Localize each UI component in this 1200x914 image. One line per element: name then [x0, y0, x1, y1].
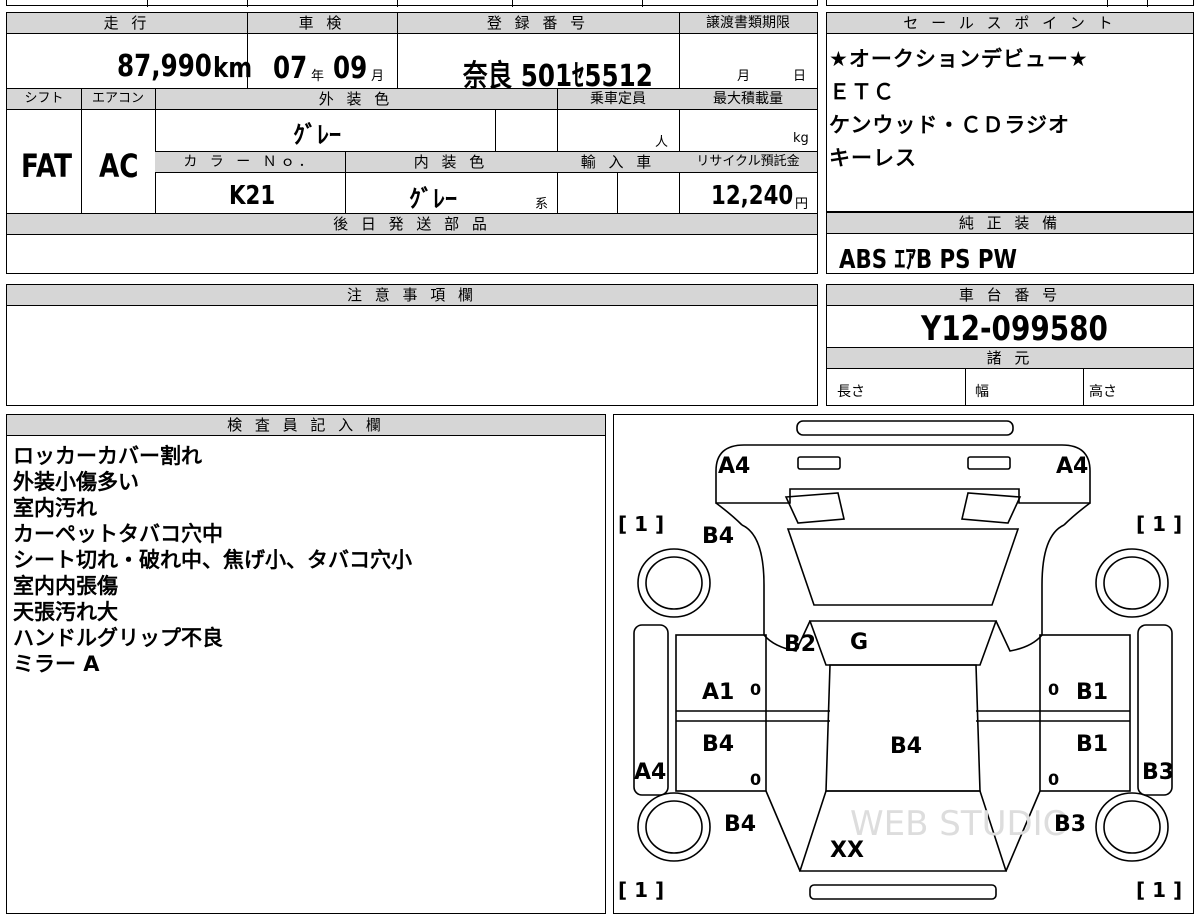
transfer-deadline-label: 譲渡書類期限 [679, 13, 817, 34]
mark-door-rl: B4 [702, 732, 734, 757]
caution-box: 注 意 事 項 欄 [6, 284, 818, 406]
color-no-value: K21 [229, 181, 276, 211]
mileage-unit: km [213, 51, 253, 84]
capacity-label: 乗車定員 [557, 89, 679, 110]
note-line: ミラー A [13, 652, 100, 676]
vehicle-info-table: 走 行 車 検 登 録 番 号 譲渡書類期限 87,990 km 07 年 09… [6, 12, 818, 274]
import-label: 輸 入 車 [557, 152, 679, 173]
inspection-label: 車 検 [247, 13, 397, 34]
top-partial-strip [6, 0, 818, 7]
month-unit: 月 [371, 69, 385, 84]
mark-door-fl: A1 [702, 680, 734, 705]
genuine-equipment-label: 純 正 装 備 [827, 213, 1193, 234]
mark-rear: XX [830, 838, 864, 863]
specs-label: 諸 元 [827, 348, 1193, 369]
genuine-equipment-box: 純 正 装 備 ABS ｴｱB PS PW [826, 212, 1194, 275]
mark-rear-left: B4 [724, 812, 756, 837]
chassis-label: 車 台 番 号 [827, 285, 1193, 306]
mark-front-left: A4 [718, 454, 750, 479]
shift-label: シフト [7, 89, 81, 110]
inspector-notes-box: 検 査 員 記 入 欄 ロッカーカバー割れ 外装小傷多い 室内汚れ カーペットタ… [6, 414, 606, 914]
width-label: 幅 [975, 384, 989, 400]
color-no-label: カ ラ ー Ｎｏ． [155, 152, 345, 173]
note-line: カーペットタバコ穴中 [13, 522, 223, 546]
recycle-label: リサイクル預託金 [679, 152, 817, 173]
interior-color-label: 内 装 色 [345, 152, 557, 173]
transfer-day-unit: 日 [793, 69, 807, 84]
inspection-month: 09 [333, 51, 368, 86]
note-line: 室内汚れ [13, 496, 97, 520]
zero-fr: 0 [1048, 680, 1059, 699]
mark-door-rr: B1 [1076, 732, 1108, 757]
tire-count-rl: [ 1 ] [618, 878, 664, 901]
note-line: シート切れ・破れ中、焦げ小、タバコ穴小 [13, 548, 412, 572]
note-line: 外装小傷多い [13, 470, 139, 494]
inspection-year: 07 [273, 51, 308, 86]
inspector-label: 検 査 員 記 入 欄 [7, 415, 605, 436]
chassis-value: Y12-099580 [921, 309, 1108, 349]
sales-line: キーレス [829, 146, 917, 170]
tire-count-fl: [ 1 ] [618, 512, 664, 536]
mileage-label: 走 行 [7, 13, 247, 34]
tire-count-rr: [ 1 ] [1136, 878, 1182, 901]
interior-color-value: ｸﾞﾚｰ [409, 185, 457, 213]
zero-rl: 0 [750, 770, 761, 789]
mark-side-right: B3 [1142, 760, 1174, 785]
registration-label: 登 録 番 号 [397, 13, 679, 34]
mark-roof: B4 [890, 734, 922, 759]
mark-rear-right: B3 [1054, 812, 1086, 837]
sales-line: ★オークションデビュー★ [829, 47, 1089, 71]
zero-rr: 0 [1048, 770, 1059, 789]
mark-front-right: A4 [1056, 454, 1088, 479]
sales-point-label: セ ー ル ス ポ イ ン ト [827, 13, 1193, 34]
shift-value: FAT [21, 147, 73, 185]
mark-windshield-left: B2 [784, 632, 816, 657]
later-parts-label: 後 日 発 送 部 品 [7, 214, 817, 235]
mark-side-left: A4 [634, 760, 666, 785]
length-label: 長さ [837, 384, 865, 400]
interior-color-suffix: 系 [535, 197, 549, 212]
chassis-box: 車 台 番 号 Y12-099580 諸 元 長さ 幅 高さ [826, 284, 1194, 406]
capacity-unit: 人 [655, 135, 669, 150]
sales-point-box: セ ー ル ス ポ イ ン ト ★オークションデビュー★ ＥＴＣ ケンウッド・Ｃ… [826, 12, 1194, 212]
recycle-unit: 円 [795, 197, 809, 212]
sales-line: ケンウッド・ＣＤラジオ [829, 113, 1070, 137]
note-line: ハンドルグリップ不良 [13, 626, 223, 650]
caution-label: 注 意 事 項 欄 [7, 285, 817, 306]
year-unit: 年 [311, 69, 325, 84]
car-damage-diagram: WEB STUDIO [ 1 ] [ 1 ] [ 1 ] [ 1 ] A4 A4… [618, 420, 1182, 901]
note-line: ロッカーカバー割れ [13, 444, 202, 468]
ac-value: AC [99, 147, 139, 185]
mark-hood-left: B4 [702, 524, 734, 549]
max-load-unit: kg [793, 131, 809, 146]
exterior-color-label: 外 装 色 [155, 89, 557, 110]
watermark-text: WEB STUDIO [850, 804, 1069, 844]
car-diagram-box: WEB STUDIO [ 1 ] [ 1 ] [ 1 ] [ 1 ] A4 A4… [613, 414, 1194, 914]
note-line: 天張汚れ大 [13, 600, 118, 624]
ac-label: エアコン [81, 89, 155, 110]
max-load-label: 最大積載量 [679, 89, 817, 110]
genuine-equipment-value: ABS ｴｱB PS PW [839, 245, 1018, 275]
mark-windshield: G [850, 630, 868, 655]
mileage-value: 87,990 [117, 49, 212, 84]
tire-count-fr: [ 1 ] [1136, 512, 1182, 536]
exterior-color-value: ｸﾞﾚｰ [293, 121, 341, 149]
height-label: 高さ [1089, 384, 1117, 400]
top-right-partial [826, 0, 1194, 7]
zero-fl: 0 [750, 680, 761, 699]
sales-line: ＥＴＣ [829, 80, 895, 104]
transfer-month-unit: 月 [737, 69, 751, 84]
mark-door-fr: B1 [1076, 680, 1108, 705]
note-line: 室内内張傷 [13, 574, 118, 598]
recycle-value: 12,240 [711, 181, 794, 211]
